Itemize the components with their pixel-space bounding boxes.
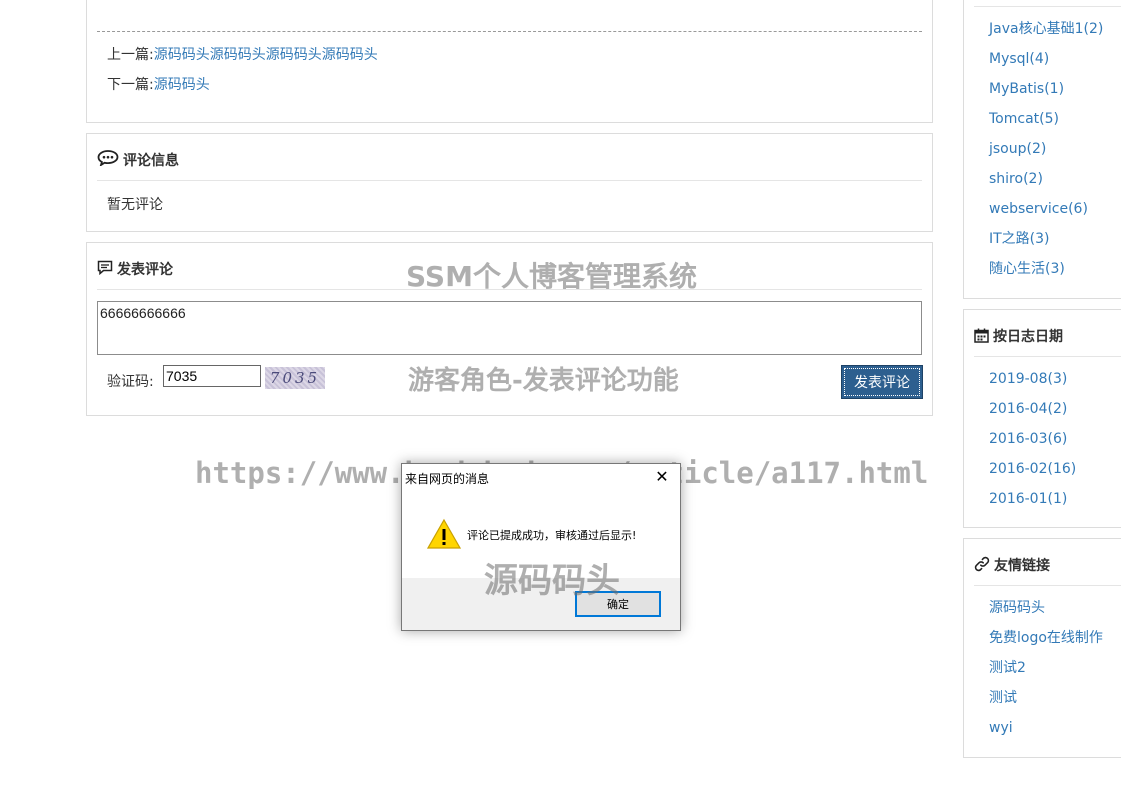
date-link[interactable]: 2016-03(6) [989,431,1067,447]
list-item[interactable]: 2016-03(6) [989,430,1076,460]
friend-link[interactable]: wyi [989,720,1013,736]
category-link[interactable]: Tomcat(5) [989,111,1059,127]
chat-bubble-icon [97,150,119,170]
list-item[interactable]: 2016-02(16) [989,460,1076,490]
list-item[interactable]: 免费logo在线制作 [989,629,1103,659]
friend-link[interactable]: 源码码头 [989,600,1045,616]
date-link[interactable]: 2019-08(3) [989,371,1067,387]
dates-header: 按日志日期 [974,326,1121,357]
post-comment-header: 发表评论 [97,259,922,290]
links-title: 友情链接 [994,558,1050,574]
captcha-image[interactable]: 7035 [265,367,325,389]
captcha-input[interactable] [163,365,261,387]
list-item[interactable]: webservice(6) [989,200,1103,230]
dialog-title: 来自网页的消息 [405,472,490,486]
comments-panel: 评论信息 暂无评论 [86,133,933,232]
captcha-label: 验证码: [107,374,154,390]
list-item[interactable]: IT之路(3) [989,230,1103,260]
submit-comment-button[interactable]: 发表评论 [841,365,923,399]
list-item[interactable]: 随心生活(3) [989,260,1103,290]
date-link[interactable]: 2016-02(16) [989,461,1076,477]
prev-article-line: 上一篇:源码码头源码码头源码码头源码码头 [107,44,378,64]
nav-divider [97,31,922,32]
category-link[interactable]: webservice(6) [989,201,1088,217]
post-comment-panel: 发表评论 验证码: 7035 发表评论 [86,242,933,416]
article-nav-panel: 上一篇:源码码头源码码头源码码头源码码头 下一篇:源码码头 [86,0,933,123]
list-item[interactable]: Mysql(4) [989,50,1103,80]
calendar-icon [974,328,989,347]
date-link[interactable]: 2016-01(1) [989,491,1067,507]
sidebar-links-panel: 友情链接 源码码头 免费logo在线制作 测试2 测试 wyi [963,538,1121,758]
warning-icon [426,518,462,554]
prev-article-link[interactable]: 源码码头源码码头源码码头源码码头 [154,47,378,63]
comments-header: 评论信息 [97,150,922,181]
post-comment-title: 发表评论 [117,262,173,278]
no-comments-text: 暂无评论 [107,197,163,213]
category-link[interactable]: 随心生活(3) [989,261,1065,277]
list-item[interactable]: Tomcat(5) [989,110,1103,140]
date-list: 2019-08(3) 2016-04(2) 2016-03(6) 2016-02… [989,370,1076,520]
sidebar-categories-panel: Java核心基础1(2) Mysql(4) MyBatis(1) Tomcat(… [963,0,1121,299]
dialog-footer: 确定 [402,578,680,630]
list-item[interactable]: shiro(2) [989,170,1103,200]
link-icon [974,556,990,576]
category-link[interactable]: jsoup(2) [989,141,1046,157]
friend-link[interactable]: 免费logo在线制作 [989,630,1103,646]
list-item[interactable]: Java核心基础1(2) [989,20,1103,50]
list-item[interactable]: 测试2 [989,659,1103,689]
category-link[interactable]: Java核心基础1(2) [989,21,1103,37]
dialog-message: 评论已提成成功，审核通过后显示! [467,529,637,542]
sidebar-dates-panel: 按日志日期 2019-08(3) 2016-04(2) 2016-03(6) 2… [963,309,1121,528]
date-link[interactable]: 2016-04(2) [989,401,1067,417]
list-item[interactable]: MyBatis(1) [989,80,1103,110]
friend-link[interactable]: 测试 [989,690,1017,706]
friend-link[interactable]: 测试2 [989,660,1026,676]
alert-dialog: 来自网页的消息 ✕ 评论已提成成功，审核通过后显示! 确定 [401,463,681,631]
list-item[interactable]: wyi [989,719,1103,749]
next-article-link[interactable]: 源码码头 [154,77,210,93]
list-item[interactable]: 2019-08(3) [989,370,1076,400]
dialog-ok-button[interactable]: 确定 [575,591,661,617]
next-article-label: 下一篇: [107,77,154,93]
prev-article-label: 上一篇: [107,47,154,63]
list-item[interactable]: 测试 [989,689,1103,719]
category-link[interactable]: Mysql(4) [989,51,1049,67]
category-link[interactable]: MyBatis(1) [989,81,1064,97]
comment-textarea[interactable] [97,301,922,355]
category-list: Java核心基础1(2) Mysql(4) MyBatis(1) Tomcat(… [989,20,1103,290]
friend-link-list: 源码码头 免费logo在线制作 测试2 测试 wyi [989,599,1103,749]
comments-title: 评论信息 [123,153,179,169]
links-header: 友情链接 [974,555,1121,586]
dialog-close-button[interactable]: ✕ [652,467,672,487]
next-article-line: 下一篇:源码码头 [107,74,210,94]
category-link[interactable]: shiro(2) [989,171,1043,187]
comment-icon [97,260,113,279]
list-item[interactable]: 2016-01(1) [989,490,1076,520]
dates-title: 按日志日期 [993,329,1063,345]
categories-divider [974,6,1121,7]
list-item[interactable]: 2016-04(2) [989,400,1076,430]
category-link[interactable]: IT之路(3) [989,231,1050,247]
list-item[interactable]: jsoup(2) [989,140,1103,170]
list-item[interactable]: 源码码头 [989,599,1103,629]
